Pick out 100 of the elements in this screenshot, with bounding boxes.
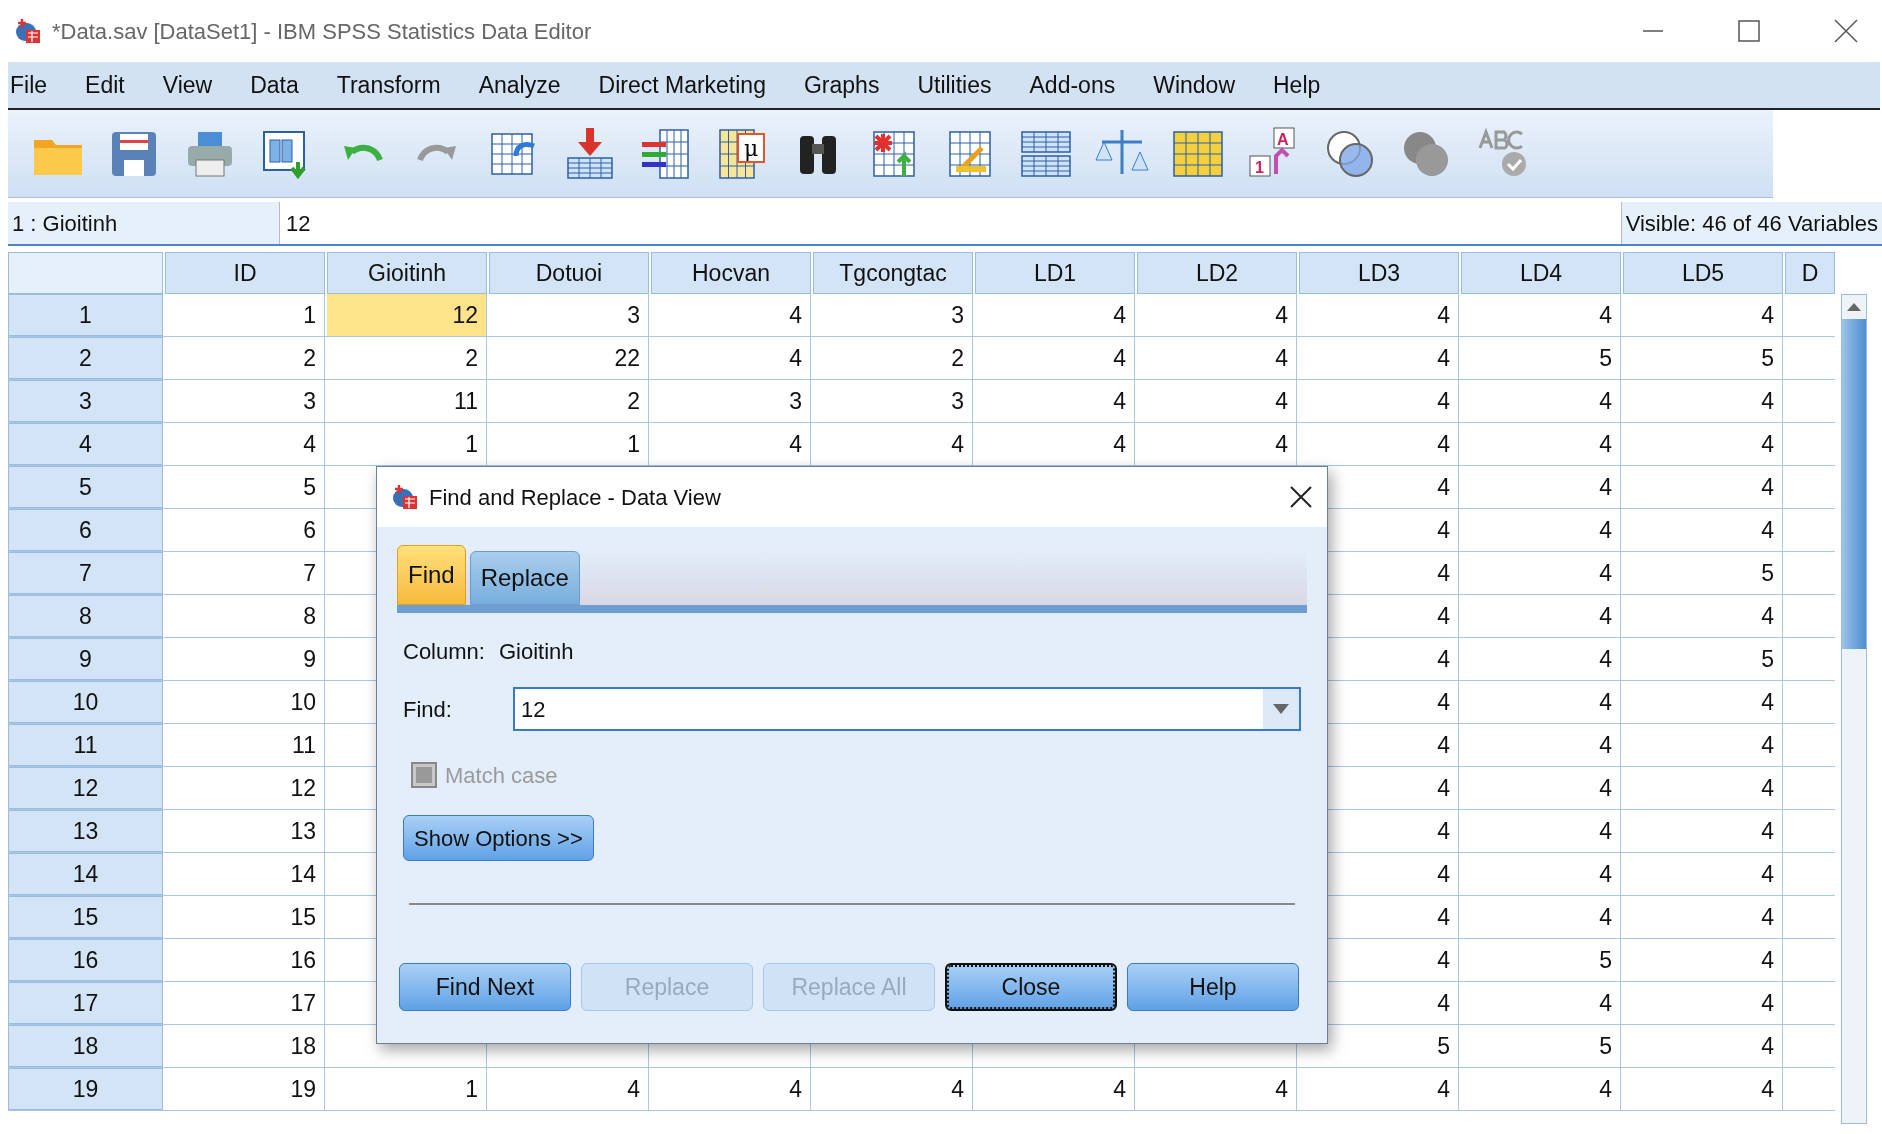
column-header[interactable]: LD4 xyxy=(1461,252,1621,294)
table-cell-text: 5 xyxy=(1760,343,1775,373)
dialog-button[interactable]: Help xyxy=(1127,963,1299,1011)
cell-reference: 1 : Gioitinh xyxy=(8,202,280,244)
menu-item[interactable]: Edit xyxy=(85,67,125,103)
table-cell-text: 4 xyxy=(1436,472,1451,502)
menu-item[interactable]: Utilities xyxy=(917,67,992,103)
vertical-scrollbar[interactable] xyxy=(1841,294,1867,1124)
table-cell-text: 4 xyxy=(1436,515,1451,545)
row-header[interactable]: 8 xyxy=(8,595,163,637)
row-header[interactable]: 2 xyxy=(8,337,163,379)
show-options-button[interactable]: Show Options >> xyxy=(403,815,594,861)
table-cell-text: 17 xyxy=(289,988,317,1018)
table-cell-text: 4 xyxy=(788,1074,803,1104)
table-cell-text: 4 xyxy=(1436,1074,1451,1104)
table-cell-text: 4 xyxy=(1598,601,1613,631)
table-cell-text: 11 xyxy=(453,386,479,416)
dialog-button[interactable]: Close xyxy=(945,963,1117,1011)
row-header[interactable]: 4 xyxy=(8,423,163,465)
window-title: *Data.sav [DataSet1] - IBM SPSS Statistics Data Editor xyxy=(52,17,592,46)
table-cell-text: 4 xyxy=(1436,859,1451,889)
table-cell-text: 4 xyxy=(1274,343,1289,373)
row-header[interactable]: 13 xyxy=(8,810,163,852)
table-cell-text: 3 xyxy=(302,386,317,416)
maximize-icon[interactable] xyxy=(1738,20,1760,42)
table-cell-text: 4 xyxy=(1436,644,1451,674)
column-header[interactable]: LD3 xyxy=(1299,252,1459,294)
table-cell-text: 4 xyxy=(1760,988,1775,1018)
row-header[interactable]: 16 xyxy=(8,939,163,981)
row-header[interactable]: 15 xyxy=(8,896,163,938)
row-header[interactable]: 6 xyxy=(8,509,163,551)
find-combo-field[interactable]: 12 xyxy=(513,687,1301,731)
column-header[interactable]: LD1 xyxy=(975,252,1135,294)
row-header[interactable]: 11 xyxy=(8,724,163,766)
table-cell-text: 4 xyxy=(1598,687,1613,717)
row-header[interactable]: 14 xyxy=(8,853,163,895)
column-header[interactable]: LD2 xyxy=(1137,252,1297,294)
row-header[interactable]: 1 xyxy=(8,294,163,336)
table-cell-text: 4 xyxy=(1436,386,1451,416)
table-cell-text: 5 xyxy=(1760,644,1775,674)
dropdown-caret-icon xyxy=(1273,704,1289,714)
table-cell-text: 4 xyxy=(1760,601,1775,631)
row-header[interactable]: 17 xyxy=(8,982,163,1024)
dialog-tab[interactable]: Find xyxy=(397,545,466,605)
table-cell-text: 4 xyxy=(1436,988,1451,1018)
menu-item[interactable]: Window xyxy=(1153,67,1235,103)
table-cell-text: 4 xyxy=(1112,386,1127,416)
table-cell-text: 4 xyxy=(1760,386,1775,416)
table-cell-text: 4 xyxy=(302,429,317,459)
table-cell-text: 4 xyxy=(1436,558,1451,588)
row-header[interactable]: 18 xyxy=(8,1025,163,1067)
table-cell-text: 4 xyxy=(1274,429,1289,459)
close-icon[interactable] xyxy=(1834,19,1858,43)
menu-item[interactable]: Data xyxy=(250,67,299,103)
cell-value-field[interactable]: 12 xyxy=(280,202,1621,244)
table-cell-text: 4 xyxy=(1760,1074,1775,1104)
menu-item[interactable]: Analyze xyxy=(478,67,561,103)
row-header[interactable]: 5 xyxy=(8,466,163,508)
table-cell-text: 4 xyxy=(1112,429,1127,459)
column-header[interactable]: D xyxy=(1785,252,1835,294)
table-cell-text: 6 xyxy=(302,515,317,545)
row-header[interactable]: 7 xyxy=(8,552,163,594)
table-cell-text: 4 xyxy=(1436,300,1451,330)
menu-item[interactable]: Help xyxy=(1273,67,1321,103)
menu-item[interactable]: Direct Marketing xyxy=(598,67,766,103)
table-cell-text: 1 xyxy=(302,300,317,330)
column-header[interactable]: Dotuoi xyxy=(489,252,649,294)
column-header[interactable]: Hocvan xyxy=(651,252,811,294)
table-cell-text: 4 xyxy=(1598,386,1613,416)
table-cell-text: 1 xyxy=(464,1074,479,1104)
row-header[interactable]: 12 xyxy=(8,767,163,809)
app-icon xyxy=(391,483,419,511)
column-header[interactable]: ID xyxy=(165,252,325,294)
row-header[interactable]: 10 xyxy=(8,681,163,723)
close-icon[interactable] xyxy=(1289,485,1313,509)
table-cell-text: 4 xyxy=(1760,773,1775,803)
dialog-tab[interactable]: Replace xyxy=(469,551,580,605)
table-cell-text: 1 xyxy=(626,429,641,459)
table-cell-text: 4 xyxy=(1436,687,1451,717)
table-cell-text: 4 xyxy=(1598,816,1613,846)
row-header[interactable]: 19 xyxy=(8,1068,163,1110)
menu-item[interactable]: Transform xyxy=(336,67,441,103)
table-cell-text: 3 xyxy=(950,300,965,330)
table-cell-text: 12 xyxy=(289,773,317,803)
table-cell-text: 4 xyxy=(1112,300,1127,330)
menu-item[interactable]: View xyxy=(162,67,213,103)
menu-item[interactable]: Graphs xyxy=(803,67,880,103)
column-header[interactable]: Tgcongtac xyxy=(813,252,973,294)
menu-item[interactable]: Add-ons xyxy=(1029,67,1116,103)
row-header[interactable]: 3 xyxy=(8,380,163,422)
table-cell-text: 2 xyxy=(950,343,965,373)
column-header[interactable]: Gioitinh xyxy=(327,252,487,294)
table-cell-text: 9 xyxy=(302,644,317,674)
column-header[interactable]: LD5 xyxy=(1623,252,1783,294)
table-cell-text: 15 xyxy=(289,902,317,932)
dialog-button[interactable]: Find Next xyxy=(399,963,571,1011)
table-cell-text: 2 xyxy=(626,386,641,416)
table-cell-text: 5 xyxy=(1598,945,1613,975)
row-header[interactable]: 9 xyxy=(8,638,163,680)
menu-item[interactable]: File xyxy=(10,67,48,103)
